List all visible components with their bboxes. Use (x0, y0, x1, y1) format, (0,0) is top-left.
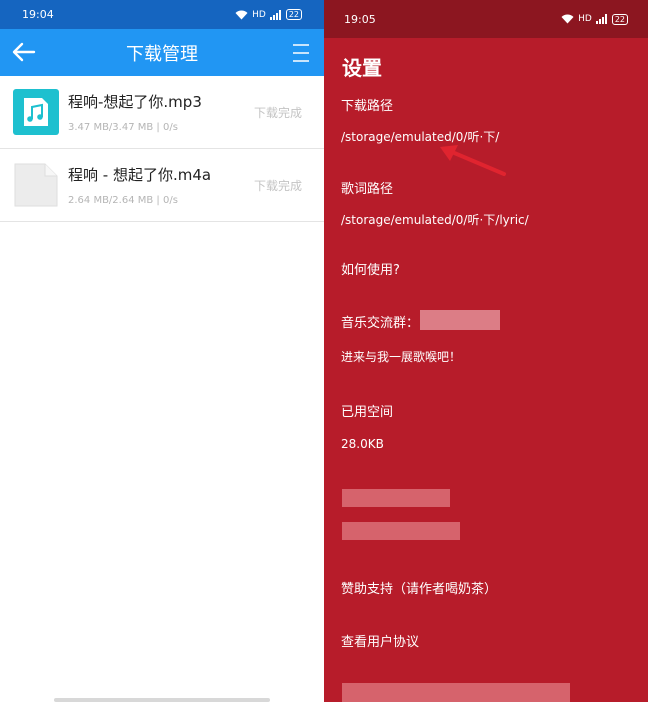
how-to-use-item[interactable]: 如何使用? (341, 259, 400, 278)
blank-file-icon (14, 163, 58, 207)
donate-item[interactable]: 赞助支持（请作者喝奶茶） (341, 578, 497, 597)
download-status: 下载完成 (253, 179, 302, 193)
used-space-label: 已用空间 (341, 405, 394, 420)
status-time: 19:04 (22, 8, 54, 21)
redacted-group-number (420, 310, 500, 330)
menu-icon[interactable] (292, 43, 310, 63)
redacted-text (342, 489, 450, 507)
status-bar: 19:04 HD 22 (0, 0, 324, 29)
hd-indicator: HD (578, 14, 592, 24)
file-size: 3.47 MB/3.47 MB | 0/s (68, 122, 178, 133)
settings-title: 设置 (342, 56, 382, 80)
wifi-icon (561, 14, 574, 24)
file-size: 2.64 MB/2.64 MB | 0/s (68, 195, 178, 206)
file-name: 程响 - 想起了你.m4a (68, 166, 212, 184)
file-name: 程响-想起了你.mp3 (68, 93, 202, 111)
download-manager-screen: 19:04 HD 22 下载管理 程响-想起了你.mp3 3.47 MB/3.4… (0, 0, 324, 702)
lyric-path-value: /storage/emulated/0/听·下/lyric/ (341, 213, 529, 227)
status-icons: HD 22 (561, 13, 628, 25)
hd-indicator: HD (252, 9, 266, 20)
annotation-arrow-icon (440, 145, 506, 176)
redacted-text (342, 683, 570, 702)
download-path-label: 下载路径 (341, 99, 394, 114)
music-file-icon (13, 89, 59, 135)
battery-icon: 22 (285, 9, 302, 20)
download-item[interactable]: 程响 - 想起了你.m4a 2.64 MB/2.64 MB | 0/s 下载完成 (0, 149, 324, 222)
redacted-text (342, 522, 460, 540)
app-bar: 下载管理 (0, 29, 324, 76)
status-icons: HD 22 (235, 9, 302, 20)
used-space-value: 28.0KB (341, 437, 384, 451)
status-bar: 19:05 HD 22 (324, 0, 648, 38)
user-agreement-item[interactable]: 查看用户协议 (341, 631, 419, 650)
music-group-desc: 进来与我一展歌喉吧！ (341, 350, 462, 364)
gesture-bar (54, 698, 270, 702)
signal-icon (595, 14, 607, 24)
lyric-path-label: 歌词路径 (341, 182, 394, 197)
status-time: 19:05 (344, 12, 376, 26)
download-item[interactable]: 程响-想起了你.mp3 3.47 MB/3.47 MB | 0/s 下载完成 (0, 76, 324, 149)
wifi-icon (235, 10, 248, 19)
signal-icon (269, 9, 281, 20)
battery-icon: 22 (611, 13, 628, 25)
page-title: 下载管理 (126, 43, 198, 65)
download-status: 下载完成 (253, 106, 302, 120)
music-group-label: 音乐交流群： (341, 316, 420, 331)
settings-screen: 19:05 HD 22 设置 下载路径 /storage/emulated/0/… (324, 0, 648, 702)
back-arrow-icon[interactable] (12, 42, 36, 62)
